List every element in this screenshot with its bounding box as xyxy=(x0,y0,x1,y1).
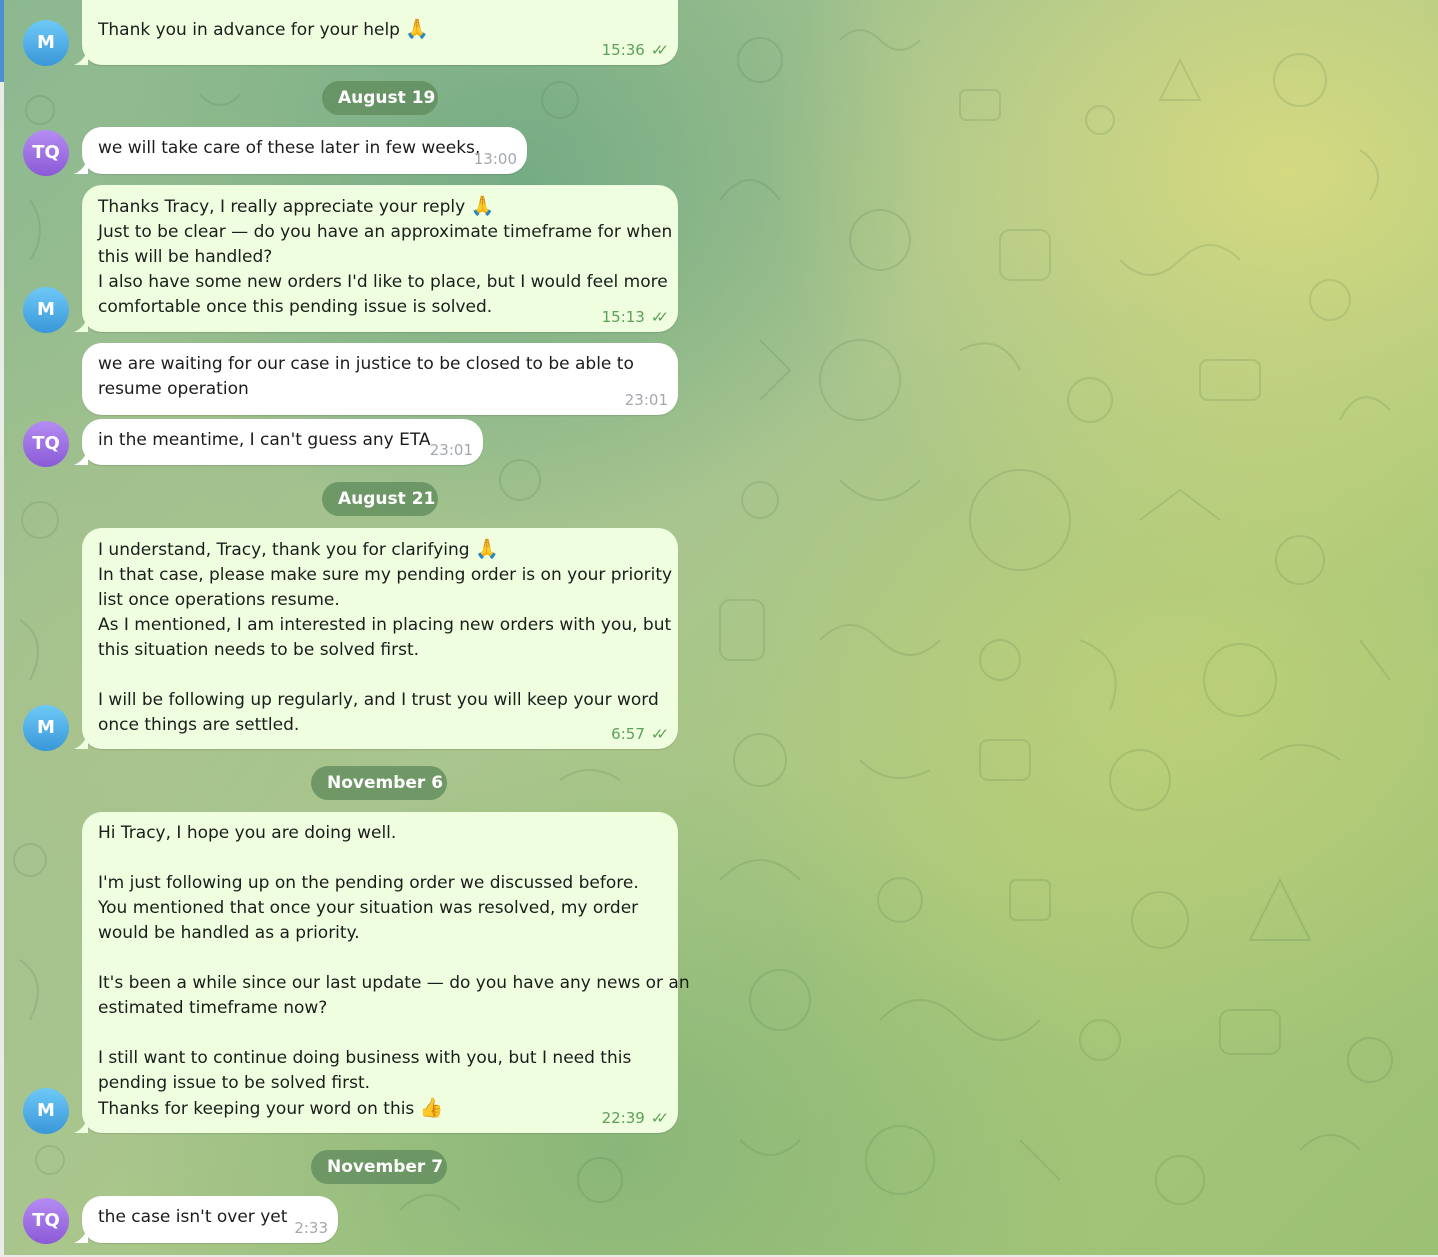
message-bubble-outgoing[interactable]: I understand, Tracy, thank you for clari… xyxy=(74,528,678,749)
message-text: I understand, Tracy, thank you for clari… xyxy=(98,538,499,560)
message-text xyxy=(98,846,662,871)
window-left-accent xyxy=(0,0,4,82)
bubble-tail xyxy=(74,158,88,174)
bubble-tail xyxy=(74,1227,88,1243)
bubble-tail xyxy=(74,449,88,465)
message-meta: 15:13 ✓✓ xyxy=(601,308,669,326)
thumbs-up-icon: 👍 xyxy=(419,1097,444,1119)
date-separator: November 7 xyxy=(311,1150,447,1184)
message-time: 13:00 xyxy=(473,150,517,168)
message-text: In that case, please make sure my pendin… xyxy=(98,565,673,585)
avatar-tq[interactable]: TQ xyxy=(23,130,69,176)
message-time: 6:57 xyxy=(611,725,645,743)
message-bubble-incoming[interactable]: in the meantime, I can't guess any ETA 2… xyxy=(74,419,483,465)
window-left-edge xyxy=(0,0,4,1257)
message-text: Thank you in advance for your help 🙏 xyxy=(98,18,430,40)
message-text: in the meantime, I can't guess any ETA xyxy=(98,430,431,450)
message-text: Just to be clear — do you have an approx… xyxy=(98,222,673,242)
message-text: resume operation xyxy=(98,379,249,399)
message-time: 23:01 xyxy=(624,391,668,409)
message-text: we are waiting for our case in justice t… xyxy=(98,354,634,374)
message-bubble-incoming[interactable]: we are waiting for our case in justice t… xyxy=(82,343,678,415)
date-separator: November 6 xyxy=(311,766,447,800)
message-text: As I mentioned, I am interested in placi… xyxy=(98,615,672,635)
message-text: the case isn't over yet xyxy=(98,1207,288,1227)
date-separator: August 19 xyxy=(322,81,438,115)
message-time: 15:36 xyxy=(601,41,645,59)
message-text: pending issue to be solved first. xyxy=(98,1073,371,1093)
message-text: I still want to continue doing business … xyxy=(98,1048,632,1068)
message-bubble-incoming[interactable]: we will take care of these later in few … xyxy=(74,127,527,174)
message-meta: 6:57 ✓✓ xyxy=(611,725,669,743)
double-check-icon: ✓✓ xyxy=(650,41,669,59)
message-time: 15:13 xyxy=(601,308,645,326)
message-text: we will take care of these later in few … xyxy=(98,138,481,158)
folded-hands-icon: 🙏 xyxy=(405,18,430,40)
message-text: this will be handled? xyxy=(98,247,273,267)
message-text: estimated timeframe now? xyxy=(98,998,328,1018)
folded-hands-icon: 🙏 xyxy=(474,538,499,560)
bubble-tail xyxy=(74,49,88,65)
bubble-tail xyxy=(74,733,88,749)
message-text xyxy=(98,946,662,971)
message-text: would be handled as a priority. xyxy=(98,923,360,943)
message-bubble-outgoing[interactable]: Thank you in advance for your help 🙏 15:… xyxy=(74,0,678,65)
message-bubble-incoming[interactable]: the case isn't over yet 2:33 xyxy=(74,1196,338,1243)
message-text: Thanks for keeping your word on this 👍 xyxy=(98,1097,444,1119)
avatar-tq[interactable]: TQ xyxy=(23,1198,69,1244)
message-text xyxy=(98,663,662,688)
message-time: 2:33 xyxy=(294,1219,328,1237)
bubble-tail xyxy=(74,1117,88,1133)
message-text: once things are settled. xyxy=(98,715,300,735)
message-text: I'm just following up on the pending ord… xyxy=(98,873,639,893)
avatar-tq[interactable]: TQ xyxy=(23,421,69,467)
message-meta: 15:36 ✓✓ xyxy=(601,41,669,59)
message-text xyxy=(98,1021,662,1046)
message-bubble-outgoing[interactable]: Hi Tracy, I hope you are doing well. I'm… xyxy=(74,812,690,1133)
message-text: Thanks Tracy, I really appreciate your r… xyxy=(98,195,495,217)
chat-background: Thank you in advance for your help 🙏 15:… xyxy=(0,0,1438,1257)
double-check-icon: ✓✓ xyxy=(650,1109,669,1127)
avatar-m[interactable]: M xyxy=(23,1088,69,1134)
message-text: comfortable once this pending issue is s… xyxy=(98,297,493,317)
double-check-icon: ✓✓ xyxy=(650,725,669,743)
avatar-m[interactable]: M xyxy=(23,20,69,66)
message-meta: 22:39 ✓✓ xyxy=(601,1109,669,1127)
message-text: I will be following up regularly, and I … xyxy=(98,690,659,710)
message-text: this situation needs to be solved first. xyxy=(98,640,420,660)
message-text: I also have some new orders I'd like to … xyxy=(98,272,668,292)
message-bubble-outgoing[interactable]: Thanks Tracy, I really appreciate your r… xyxy=(74,185,678,332)
message-time: 23:01 xyxy=(429,441,473,459)
message-text: You mentioned that once your situation w… xyxy=(98,898,639,918)
date-separator: August 21 xyxy=(322,482,438,516)
double-check-icon: ✓✓ xyxy=(650,308,669,326)
folded-hands-icon: 🙏 xyxy=(470,195,495,217)
message-time: 22:39 xyxy=(601,1109,645,1127)
message-text: list once operations resume. xyxy=(98,590,340,610)
message-text: Hi Tracy, I hope you are doing well. xyxy=(98,823,397,843)
avatar-m[interactable]: M xyxy=(23,705,69,751)
avatar-m[interactable]: M xyxy=(23,287,69,333)
bubble-tail xyxy=(74,316,88,332)
message-text: It's been a while since our last update … xyxy=(98,973,690,993)
